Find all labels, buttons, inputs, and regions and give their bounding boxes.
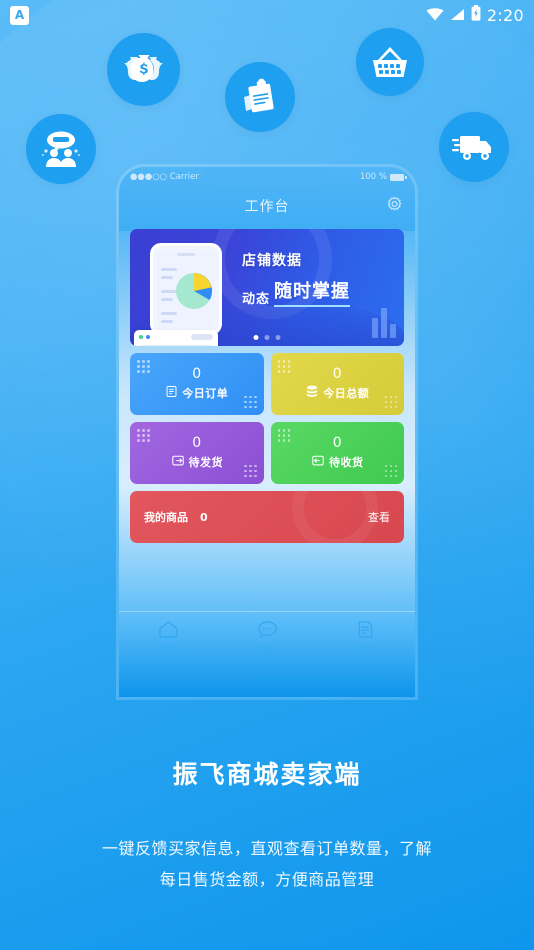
app-description-line-1: 一键反馈买家信息，直观查看订单数量，了解 [101,839,432,858]
tab-orders[interactable]: 订单 [316,620,415,656]
banner-phone-earpiece [177,253,195,256]
status-bar-right: 2:20 [426,5,524,25]
status-bar-left: A [10,5,29,25]
app-description: 一键反馈买家信息，直观查看订单数量，了解 每日售货金额，方便商品管理 [0,833,534,895]
delivery-truck-icon [439,112,509,182]
promo-banner[interactable]: 店铺数据 动态 随时掌握 [130,229,404,346]
stats-grid: 0 今日订单 0 今日总额 0 待发货 0 待收货 [130,353,404,484]
message-icon [257,620,278,643]
order-doc-icon [356,620,375,643]
banner-line-2-small: 动态 [242,292,271,307]
system-status-bar: A 2:20 [0,0,534,30]
battery-charging-icon [471,5,481,25]
banner-line-2-big: 随时掌握 [274,277,351,307]
customer-chat-icon [26,114,96,184]
shopping-basket-icon [356,28,424,96]
order-list-icon [165,385,178,401]
product-card-decor-ring [292,491,378,543]
banner-phone-screen [157,250,215,328]
phone-page-title: 工作台 [244,199,290,215]
phone-battery: 100 % [359,172,407,182]
my-products-card[interactable]: 我的商品 0 查看 [130,491,404,543]
tab-workstation[interactable]: 工作站 [119,620,218,656]
my-products-view-link[interactable]: 查看 [368,509,390,525]
stat-value: 0 [332,366,342,382]
footer-section: 振飞商城卖家端 一键反馈买家信息，直观查看订单数量，了解 每日售货金额，方便商品… [0,755,534,895]
stat-label: 今日总额 [323,387,370,400]
stat-label: 今日订单 [182,387,229,400]
banner-bar-decor [372,308,396,338]
banner-carousel-dots[interactable] [253,335,281,340]
stat-card-pending-receipt[interactable]: 0 待收货 [270,422,404,484]
app-title: 振飞商城卖家端 [172,760,362,789]
tab-label: 工作站 [155,645,182,655]
tab-label: 消息 [258,645,276,655]
stat-value: 0 [192,366,202,382]
banner-line-1: 店铺数据 [242,253,302,269]
stat-card-pending-shipment[interactable]: 0 待发货 [130,422,264,484]
phone-carrier-label: ●●●○○ Carrier [130,172,199,182]
my-products-value: 0 [200,510,208,524]
package-out-icon [171,454,185,470]
phone-battery-label: 100 % [359,172,387,182]
stat-value: 0 [332,435,342,451]
clipboard-icon [225,62,295,132]
phone-tab-bar: 工作站 消息 订单 [119,611,415,663]
phone-app-header: 工作台 [119,187,415,225]
my-products-label: 我的商品 [144,511,188,524]
stat-card-today-amount[interactable]: 0 今日总额 [270,353,404,415]
banner-text: 店铺数据 动态 随时掌握 [242,250,351,307]
app-badge-icon: A [10,5,29,25]
phone-mockup: ●●●○○ Carrier 100 % 工作台 店铺数据 动态 随时掌握 0 今… [119,167,415,697]
carousel-dot-3[interactable] [275,335,281,340]
signal-icon [450,6,465,25]
banner-pie-chart [176,273,213,309]
banner-phone-illustration [150,243,222,335]
tab-messages[interactable]: 消息 [218,620,317,656]
carousel-dot-1[interactable] [253,335,259,340]
stat-value: 0 [192,435,202,451]
package-in-icon [311,454,325,470]
stat-label: 待发货 [188,456,223,469]
money-bags-icon [107,33,180,106]
wifi-icon [426,6,444,25]
app-description-line-2: 每日售货金额，方便商品管理 [159,870,375,890]
stat-card-today-orders[interactable]: 0 今日订单 [130,353,264,415]
gear-icon[interactable] [386,196,403,217]
phone-notch [205,167,329,185]
banner-card-illustration [134,330,218,346]
phone-battery-icon [390,173,407,181]
carousel-dot-2[interactable] [264,335,270,340]
status-bar-clock: 2:20 [486,5,524,25]
coins-stack-icon [305,385,319,401]
tab-label: 订单 [357,645,375,655]
home-icon [158,620,179,643]
stat-label: 待收货 [329,456,364,469]
